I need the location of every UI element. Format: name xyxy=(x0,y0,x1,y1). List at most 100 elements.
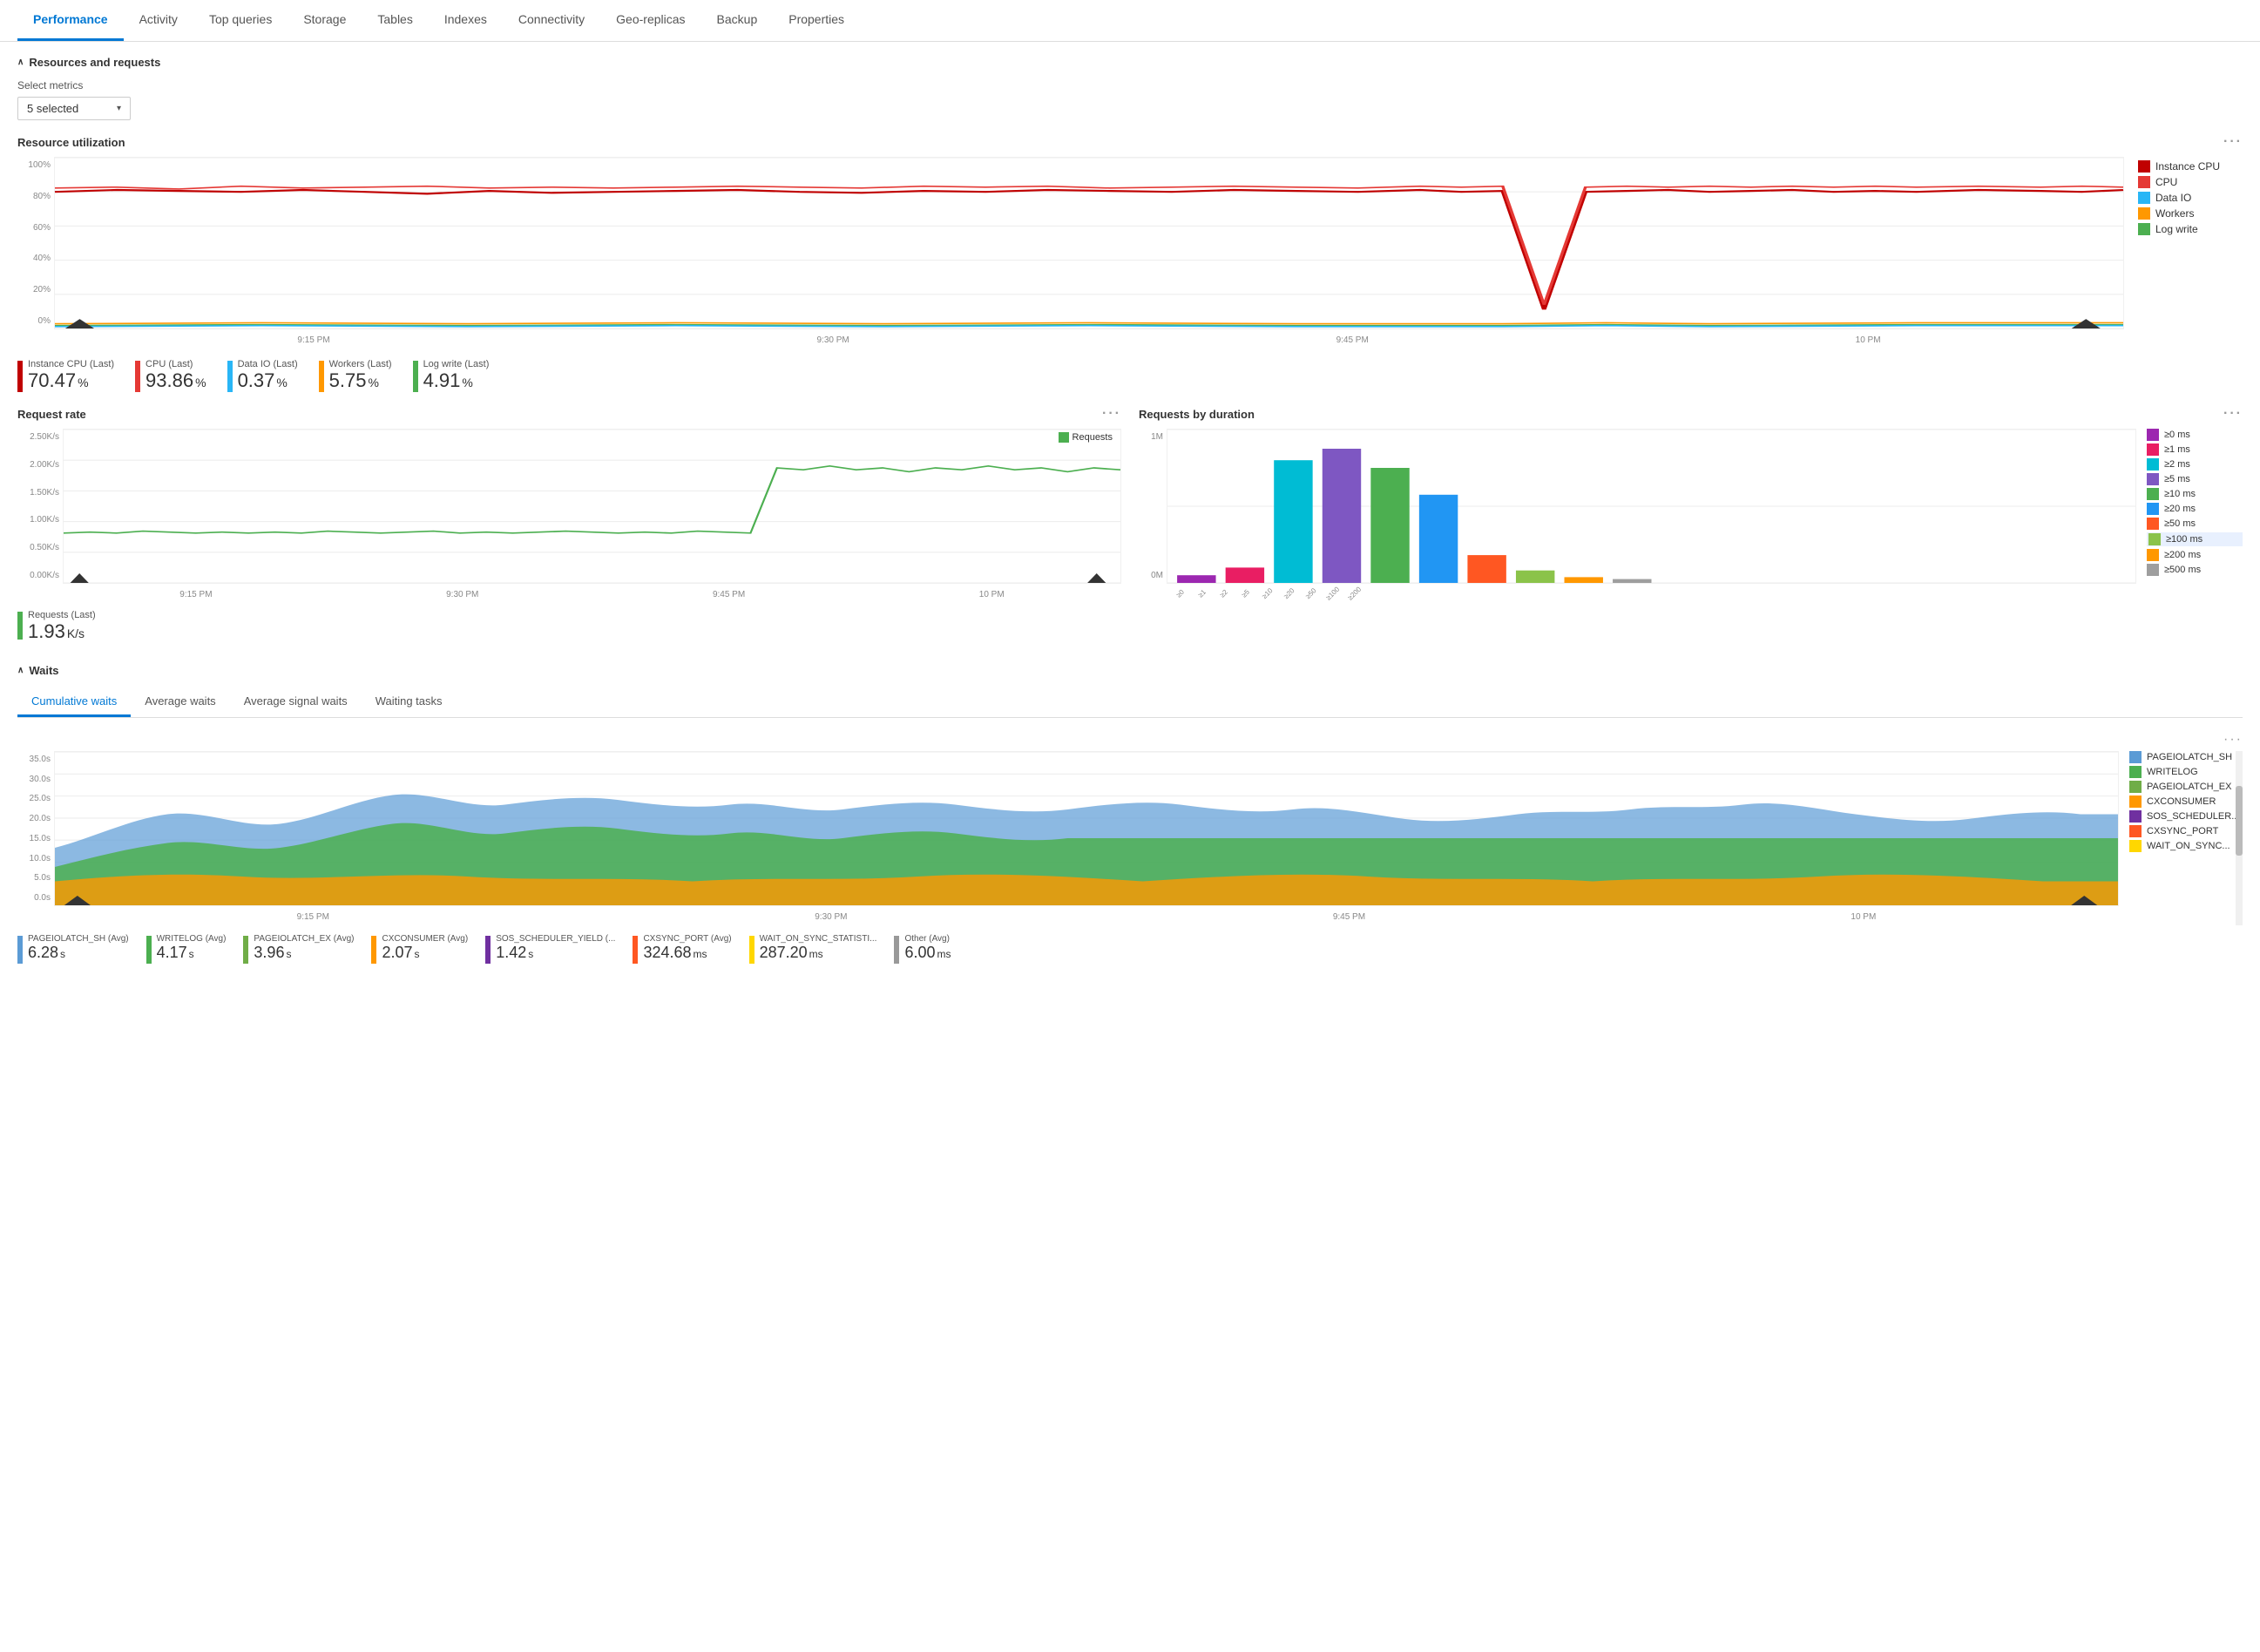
tab-properties[interactable]: Properties xyxy=(773,0,860,41)
waits-legend-scrollbar[interactable] xyxy=(2236,751,2243,925)
request-rate-last-number: 1.93 xyxy=(28,620,65,643)
legend-label-log-write: Log write xyxy=(2155,223,2198,235)
waits-section-header[interactable]: ∧ Waits xyxy=(17,664,2243,677)
resource-y-axis: 100% 80% 60% 40% 20% 0% xyxy=(17,157,54,329)
tab-tables[interactable]: Tables xyxy=(362,0,428,41)
tab-average-signal-waits[interactable]: Average signal waits xyxy=(230,687,362,717)
stat-value-other: 6.00 xyxy=(904,944,935,962)
duration-y-axis: 1M 0M xyxy=(1139,429,1167,584)
tab-connectivity[interactable]: Connectivity xyxy=(503,0,600,41)
stat-bar-other xyxy=(894,936,899,964)
stat-label-sos-scheduler: SOS_SCHEDULER_YIELD (... xyxy=(496,934,615,944)
val-label-cpu: CPU (Last) xyxy=(145,359,206,369)
legend-color-pageiolatch-sh xyxy=(2129,751,2142,763)
legend-item-5ms: ≥5 ms xyxy=(2147,473,2243,485)
stat-bar-writelog xyxy=(146,936,152,964)
legend-color-cxsync-port xyxy=(2129,825,2142,837)
tab-indexes[interactable]: Indexes xyxy=(429,0,503,41)
val-bar-log-write xyxy=(413,361,418,392)
stat-label-pageiolatch-sh: PAGEIOLATCH_SH (Avg) xyxy=(28,934,129,944)
tab-cumulative-waits[interactable]: Cumulative waits xyxy=(17,687,131,717)
request-rate-legend: Requests xyxy=(1059,432,1113,443)
requests-duration-section: Requests by duration ··· 1M 0M xyxy=(1139,406,2243,643)
legend-color-requests xyxy=(1059,432,1069,443)
legend-color-cxconsumer xyxy=(2129,796,2142,808)
val-log-write: Log write (Last) 4.91 % xyxy=(413,359,490,392)
legend-color-5ms xyxy=(2147,473,2159,485)
stat-pageiolatch-sh: PAGEIOLATCH_SH (Avg) 6.28 s xyxy=(17,934,129,964)
stat-label-other: Other (Avg) xyxy=(904,934,951,944)
tab-top-queries[interactable]: Top queries xyxy=(193,0,288,41)
legend-label-instance-cpu: Instance CPU xyxy=(2155,160,2220,173)
val-cpu: CPU (Last) 93.86 % xyxy=(135,359,206,392)
legend-label-requests: Requests xyxy=(1072,432,1113,443)
waits-stats-row: PAGEIOLATCH_SH (Avg) 6.28 s WRITELOG (Av… xyxy=(17,934,2243,964)
val-label-instance-cpu: Instance CPU (Last) xyxy=(28,359,114,369)
legend-item-pageiolatch-sh: PAGEIOLATCH_SH xyxy=(2129,751,2243,763)
tab-average-waits[interactable]: Average waits xyxy=(131,687,229,717)
legend-item-log-write: Log write xyxy=(2138,223,2243,235)
val-unit-workers: % xyxy=(368,376,378,389)
stat-value-wait-on-sync: 287.20 xyxy=(760,944,808,962)
waits-section: ∧ Waits Cumulative waits Average waits A… xyxy=(17,664,2243,964)
legend-item-writelog: WRITELOG xyxy=(2129,766,2243,778)
legend-color-log-write xyxy=(2138,223,2150,235)
stat-label-pageiolatch-ex: PAGEIOLATCH_EX (Avg) xyxy=(254,934,354,944)
val-bar-workers xyxy=(319,361,324,392)
select-metrics-dropdown[interactable]: 5 selected ▾ xyxy=(17,97,131,120)
resources-section-title: Resources and requests xyxy=(29,56,160,69)
select-metrics-label: Select metrics xyxy=(17,79,2243,91)
legend-color-wait-on-sync xyxy=(2129,840,2142,852)
request-rate-menu[interactable]: ··· xyxy=(1102,406,1121,422)
stat-unit-pageiolatch-sh: s xyxy=(60,948,65,960)
waits-legend-scrollthumb xyxy=(2236,786,2243,856)
tab-geo-replicas[interactable]: Geo-replicas xyxy=(600,0,700,41)
requests-duration-menu[interactable]: ··· xyxy=(2223,406,2243,422)
stat-bar-cxsync-port xyxy=(633,936,638,964)
legend-item-10ms: ≥10 ms xyxy=(2147,488,2243,500)
stat-bar-wait-on-sync xyxy=(749,936,754,964)
stat-unit-cxconsumer: s xyxy=(415,948,420,960)
resource-util-chart xyxy=(54,157,2124,329)
legend-item-20ms: ≥20 ms xyxy=(2147,503,2243,515)
stat-bar-sos-scheduler xyxy=(485,936,491,964)
legend-color-500ms xyxy=(2147,564,2159,576)
resources-section-header[interactable]: ∧ Resources and requests xyxy=(17,56,2243,69)
val-bar-data-io xyxy=(227,361,233,392)
val-label-data-io: Data IO (Last) xyxy=(238,359,298,369)
duration-chart xyxy=(1167,429,2136,584)
duration-legend: ≥0 ms ≥1 ms ≥2 ms ≥5 ms xyxy=(2147,429,2243,603)
legend-item-cpu: CPU xyxy=(2138,176,2243,188)
stat-writelog: WRITELOG (Avg) 4.17 s xyxy=(146,934,227,964)
tab-storage[interactable]: Storage xyxy=(288,0,362,41)
tab-activity[interactable]: Activity xyxy=(124,0,193,41)
request-rate-last-unit: K/s xyxy=(67,626,85,640)
legend-label-workers: Workers xyxy=(2155,207,2194,220)
waits-section-title: Waits xyxy=(29,664,58,677)
tab-performance[interactable]: Performance xyxy=(17,0,124,41)
tab-waiting-tasks[interactable]: Waiting tasks xyxy=(362,687,457,717)
legend-item-50ms: ≥50 ms xyxy=(2147,518,2243,530)
legend-color-20ms xyxy=(2147,503,2159,515)
chevron-icon: ∧ xyxy=(17,58,24,67)
legend-item-pageiolatch-ex: PAGEIOLATCH_EX xyxy=(2129,781,2243,793)
val-unit-cpu: % xyxy=(195,376,206,389)
legend-item-1ms: ≥1 ms xyxy=(2147,443,2243,456)
chevron-down-icon: ▾ xyxy=(117,104,121,113)
resource-util-menu[interactable]: ··· xyxy=(2223,134,2243,150)
waits-y-axis: 35.0s 30.0s 25.0s 20.0s 15.0s 10.0s 5.0s… xyxy=(17,751,54,906)
stat-pageiolatch-ex: PAGEIOLATCH_EX (Avg) 3.96 s xyxy=(243,934,354,964)
val-instance-cpu: Instance CPU (Last) 70.47 % xyxy=(17,359,114,392)
stat-bar-pageiolatch-sh xyxy=(17,936,23,964)
stat-cxsync-port: CXSYNC_PORT (Avg) 324.68 ms xyxy=(633,934,731,964)
stat-value-writelog: 4.17 xyxy=(157,944,187,962)
request-rate-x-axis: 9:15 PM 9:30 PM 9:45 PM 10 PM xyxy=(63,586,1121,603)
val-number-workers: 5.75 xyxy=(329,369,367,392)
waits-chart-menu[interactable]: ··· xyxy=(2223,732,2243,748)
resource-util-title: Resource utilization xyxy=(17,136,125,149)
legend-item-wait-on-sync: WAIT_ON_SYNC... xyxy=(2129,840,2243,852)
tab-backup[interactable]: Backup xyxy=(701,0,774,41)
request-rate-bar xyxy=(17,612,23,640)
requests-duration-title: Requests by duration xyxy=(1139,408,1255,421)
legend-color-100ms xyxy=(2148,533,2161,545)
